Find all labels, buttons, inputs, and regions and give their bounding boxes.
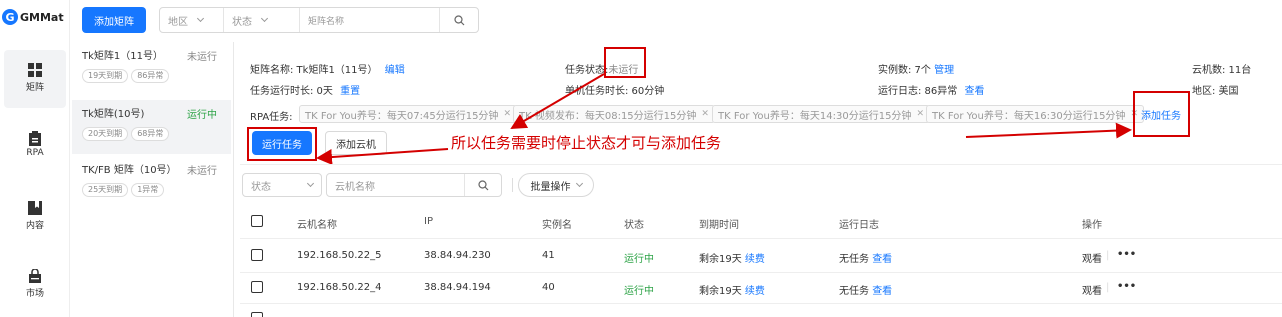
cell-expire: 剩余19天 续费 xyxy=(699,282,765,297)
view-link[interactable]: 查看 xyxy=(872,286,892,297)
cell-name: 192.168.50.22_5 xyxy=(297,250,382,261)
cloud-name-input[interactable]: 云机名称 xyxy=(327,174,466,196)
view-link[interactable]: 查看 xyxy=(872,254,892,265)
chevron-down-icon xyxy=(575,179,583,188)
cloud-status-placeholder: 状态 xyxy=(251,181,271,193)
renew-link[interactable]: 续费 xyxy=(745,286,765,297)
action-separator: | xyxy=(1106,250,1110,261)
expire-text: 剩余19天 xyxy=(699,254,742,265)
section-divider xyxy=(240,164,1282,165)
cell-instance: 41 xyxy=(542,250,555,261)
search-icon xyxy=(478,179,489,190)
batch-action-label: 批量操作 xyxy=(530,181,571,193)
log-text: 无任务 xyxy=(839,286,869,297)
action-separator: | xyxy=(1106,282,1110,293)
annotation-arrows xyxy=(316,73,1132,166)
chevron-down-icon xyxy=(306,179,315,188)
cell-log: 无任务 查看 xyxy=(839,282,892,297)
col-header-ip: IP xyxy=(424,216,433,227)
cell-ip: 38.84.94.230 xyxy=(424,250,491,261)
expire-text: 剩余19天 xyxy=(699,286,742,297)
cell-status: 运行中 xyxy=(624,286,654,297)
row-divider xyxy=(240,272,1282,273)
row-divider xyxy=(240,303,1282,304)
batch-action-button[interactable]: 批量操作 xyxy=(518,173,594,197)
cell-log: 无任务 查看 xyxy=(839,250,892,265)
cell-instance: 40 xyxy=(542,282,555,293)
cell-expire: 剩余19天 续费 xyxy=(699,250,765,265)
row-checkbox[interactable] xyxy=(251,249,263,261)
col-header-expire: 到期时间 xyxy=(699,220,739,231)
row-divider xyxy=(240,238,1282,239)
cloud-search-button[interactable] xyxy=(465,174,501,196)
col-header-actions: 操作 xyxy=(1082,220,1102,231)
arrow-to-run-button xyxy=(316,148,449,166)
col-header-log: 运行日志 xyxy=(839,220,879,231)
col-header-instance: 实例名 xyxy=(542,220,572,231)
watch-link[interactable]: 观看 xyxy=(1082,282,1102,297)
log-text: 无任务 xyxy=(839,254,869,265)
watch-link[interactable]: 观看 xyxy=(1082,250,1102,265)
row-checkbox[interactable] xyxy=(251,312,263,317)
more-icon[interactable]: ••• xyxy=(1117,281,1136,292)
cloud-name-placeholder: 云机名称 xyxy=(335,181,375,193)
renew-link[interactable]: 续费 xyxy=(745,254,765,265)
cell-name: 192.168.50.22_4 xyxy=(297,282,382,293)
row-checkbox[interactable] xyxy=(251,281,263,293)
divider xyxy=(512,178,513,192)
col-header-name: 云机名称 xyxy=(297,220,337,231)
col-header-status: 状态 xyxy=(624,220,644,231)
arrow-to-status xyxy=(510,73,605,130)
arrow-to-add-task xyxy=(965,122,1132,139)
cell-status: 运行中 xyxy=(624,254,654,265)
cell-ip: 38.84.94.194 xyxy=(424,282,491,293)
cloud-search-group: 云机名称 xyxy=(326,173,502,197)
select-all-checkbox[interactable] xyxy=(251,215,263,227)
cloud-status-select[interactable]: 状态 xyxy=(242,173,322,197)
more-icon[interactable]: ••• xyxy=(1117,249,1136,260)
